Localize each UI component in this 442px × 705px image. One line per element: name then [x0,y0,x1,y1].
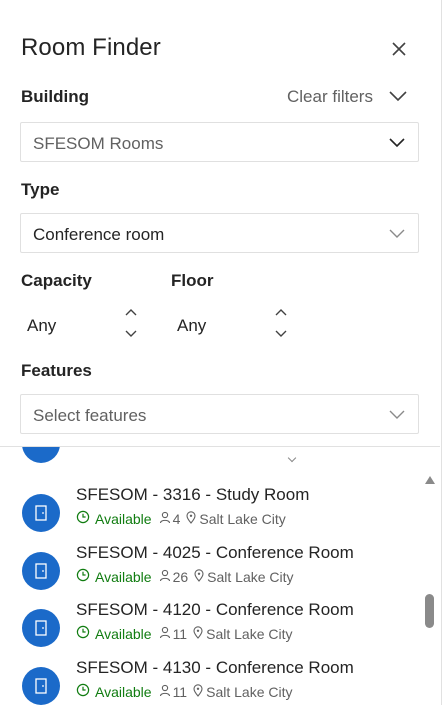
clear-filters-link[interactable]: Clear filters [287,87,373,107]
room-icon [22,667,60,705]
list-item[interactable]: SFESOM - 4130 - Conference Room Availabl… [0,658,420,705]
chevron-icon [287,453,297,463]
chevron-down-icon [388,136,406,150]
capacity-stepper[interactable]: Any [21,306,141,342]
chevron-down-icon [388,227,406,241]
room-capacity: 11 [172,683,188,700]
person-icon [159,684,171,700]
stepper-arrows-icon[interactable] [274,306,288,342]
room-capacity: 26 [172,568,189,585]
clock-icon [76,625,90,642]
features-placeholder: Select features [33,406,147,425]
panel-title: Room Finder [21,34,161,61]
scrollbar-thumb[interactable] [425,594,434,628]
location-icon [194,568,204,585]
location-icon [186,510,196,527]
close-icon[interactable] [388,38,410,60]
location-icon [193,625,203,642]
status-badge: Available [95,625,152,642]
room-name: SFESOM - 4025 - Conference Room [76,543,354,562]
person-icon [159,626,171,642]
location-icon [193,683,203,700]
room-icon [22,609,60,647]
room-name: SFESOM - 4130 - Conference Room [76,658,354,677]
status-badge: Available [95,683,152,700]
clock-icon [76,683,90,700]
stepper-arrows-icon[interactable] [124,306,138,342]
room-location: Salt Lake City [207,568,294,585]
person-icon [159,569,171,585]
clock-icon [76,568,90,585]
room-meta: Available 11 Salt Lake City [76,625,292,642]
floor-value: Any [177,316,207,335]
type-dropdown[interactable]: Conference room [20,213,419,253]
room-capacity: 11 [172,625,188,642]
room-location: Salt Lake City [199,510,286,527]
floor-stepper[interactable]: Any [171,306,291,342]
list-item[interactable]: SFESOM - 3316 - Study Room Available 4 S… [0,485,420,541]
floor-label: Floor [171,271,214,290]
scroll-up-arrow-icon[interactable] [424,472,436,484]
type-label: Type [21,180,60,199]
room-meta: Available 26 Salt Lake City [76,568,294,585]
building-label: Building [21,87,89,106]
status-badge: Available [95,568,152,585]
room-name: SFESOM - 4120 - Conference Room [76,600,354,619]
room-finder-panel: Room Finder Building Clear filters SFESO… [0,0,442,705]
room-icon [22,447,60,463]
type-value: Conference room [33,225,165,244]
room-meta: Available 4 Salt Lake City [76,510,286,527]
room-capacity: 4 [172,510,181,527]
list-item[interactable]: SFESOM - 4120 - Conference Room Availabl… [0,600,420,656]
room-name: SFESOM - 3316 - Study Room [76,485,310,504]
status-badge: Available [95,510,152,527]
list-item[interactable]: SFESOM - 4025 - Conference Room Availabl… [0,543,420,599]
capacity-label: Capacity [21,271,92,290]
room-location: Salt Lake City [206,683,293,700]
capacity-value: Any [27,316,57,335]
person-icon [159,511,171,527]
list-item-partial [0,447,440,469]
features-label: Features [21,361,92,380]
room-icon [22,552,60,590]
room-meta: Available 11 Salt Lake City [76,683,292,700]
building-value: SFESOM Rooms [33,134,164,153]
features-dropdown[interactable]: Select features [20,394,419,434]
room-location: Salt Lake City [206,625,293,642]
chevron-down-icon [388,408,406,422]
chevron-down-icon[interactable] [388,88,408,104]
clock-icon [76,510,90,527]
room-icon [22,494,60,532]
building-dropdown[interactable]: SFESOM Rooms [20,122,419,162]
